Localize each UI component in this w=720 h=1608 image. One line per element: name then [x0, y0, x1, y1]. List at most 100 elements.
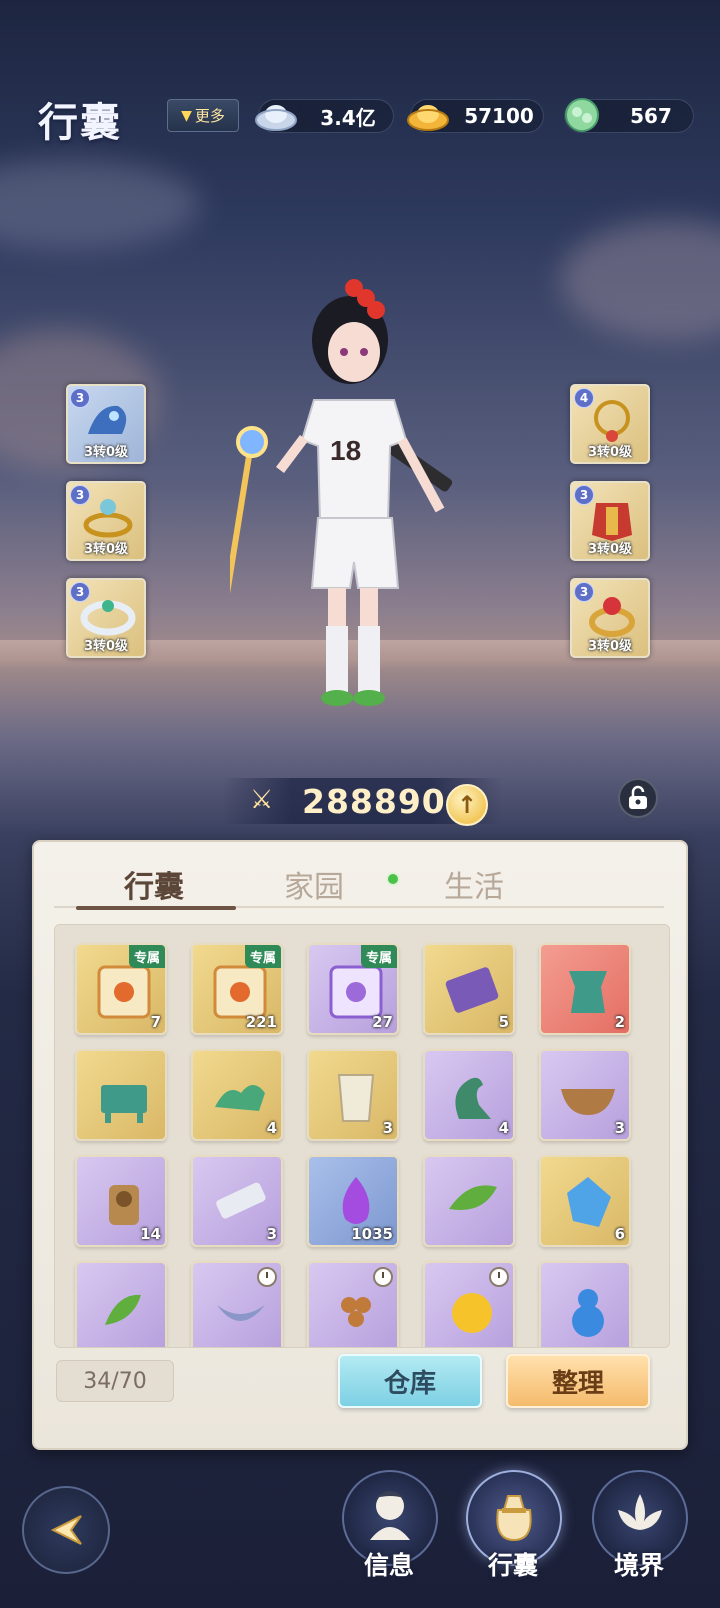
back-button[interactable]	[22, 1486, 110, 1574]
inventory-panel: 行囊 家园 生活 专属 7 专属 221 专属 27 5 2 4 3 4 3 14 3 1035 6 34/7…	[32, 840, 688, 1450]
bronze-vessel-icon	[569, 971, 607, 1013]
clock-icon	[373, 1267, 393, 1287]
silver-ingot-icon	[255, 105, 297, 131]
jade-tablet-icon	[216, 1182, 266, 1219]
tab-bag[interactable]: 行囊	[74, 862, 234, 906]
equip-label: 3转0级	[587, 445, 633, 460]
arrow-up-icon: ↑	[456, 791, 478, 819]
level-badge: 3	[70, 485, 90, 505]
item-slot[interactable]: 5	[423, 943, 515, 1035]
item-count: 5	[498, 1013, 509, 1031]
nav-bag-label: 行囊	[487, 1551, 538, 1580]
currency-jade[interactable]: 567	[564, 98, 694, 133]
equip-label: 3转0级	[83, 639, 129, 654]
profile-icon	[370, 1491, 410, 1540]
currency-silver[interactable]: 3.4亿	[255, 99, 394, 133]
item-slot[interactable]: 3	[307, 1049, 399, 1141]
equip-label: 3转0级	[83, 445, 129, 460]
equip-label: 3转0级	[587, 542, 633, 557]
jade-token-icon	[565, 98, 599, 132]
jade-bird-icon	[455, 1077, 491, 1119]
lotus-icon	[618, 1494, 662, 1530]
svg-text:18: 18	[330, 435, 361, 466]
gourd-icon	[572, 1289, 604, 1337]
equip-slot-right-1[interactable]: 4 3转0级	[570, 384, 650, 464]
sort-button[interactable]: 整理	[506, 1354, 650, 1408]
item-count: 7	[150, 1013, 161, 1031]
bronze-cauldron-icon	[101, 1085, 147, 1123]
item-count: 3	[614, 1119, 625, 1137]
item-count: 6	[614, 1225, 625, 1243]
nav-realm-label: 境界	[613, 1551, 664, 1580]
item-slot[interactable]: 4	[191, 1049, 283, 1141]
item-slot[interactable]	[423, 1261, 515, 1347]
jade-dragon-icon	[215, 1085, 265, 1111]
equip-slot-right-3[interactable]: 3 3转0级	[570, 578, 650, 658]
clock-icon	[257, 1267, 277, 1287]
item-slot[interactable]	[307, 1261, 399, 1347]
chevron-down-icon: ▼	[181, 107, 192, 124]
bag-icon	[496, 1495, 532, 1542]
tab-home[interactable]: 家园	[234, 862, 394, 906]
item-slot[interactable]: 2	[539, 943, 631, 1035]
green-leaf-icon	[449, 1185, 497, 1211]
equip-slot-left-3[interactable]: 3 3转0级	[66, 578, 146, 658]
ticket-icon	[445, 967, 499, 1013]
level-badge: 3	[574, 485, 594, 505]
bronze-bowl-icon	[561, 1089, 615, 1115]
item-slot[interactable]: 1035	[307, 1155, 399, 1247]
item-grid[interactable]: 专属 7 专属 221 专属 27 5 2 4 3 4 3 14 3 1035 6	[54, 924, 670, 1348]
nav-realm[interactable]: 境界	[588, 1470, 690, 1580]
item-slot[interactable]: 4	[423, 1049, 515, 1141]
page-title: 行囊	[38, 100, 122, 146]
unlock-icon	[629, 785, 647, 809]
item-slot[interactable]: 6	[539, 1155, 631, 1247]
more-label: 更多	[194, 107, 225, 125]
equip-label: 3转0级	[83, 542, 129, 557]
blue-crystal-icon	[567, 1177, 611, 1227]
warehouse-button[interactable]: 仓库	[338, 1354, 482, 1408]
nav-info[interactable]: 信息	[338, 1470, 440, 1580]
item-slot[interactable]	[191, 1261, 283, 1347]
item-slot[interactable]: 3	[191, 1155, 283, 1247]
level-badge: 4	[574, 388, 594, 408]
item-slot[interactable]	[423, 1155, 515, 1247]
item-count: 2	[614, 1013, 625, 1031]
item-count: 3	[266, 1225, 277, 1243]
equip-slot-left-2[interactable]: 3 3转0级	[66, 481, 146, 561]
combat-power-value: 288890	[302, 782, 446, 821]
crossed-swords-icon: ⚔	[250, 785, 274, 815]
herb-icon	[105, 1294, 141, 1325]
exclusive-tag: 专属	[244, 945, 281, 968]
item-slot[interactable]: 14	[75, 1155, 167, 1247]
level-badge: 3	[70, 582, 90, 602]
item-slot[interactable]	[75, 1261, 167, 1347]
power-up-button[interactable]: ↑	[446, 784, 488, 826]
character-avatar[interactable]: 18	[230, 270, 490, 770]
nav-bag[interactable]: 行囊	[462, 1470, 564, 1580]
tab-life[interactable]: 生活	[394, 862, 554, 906]
item-count: 1035	[351, 1225, 393, 1243]
item-slot[interactable]: 专属 7	[75, 943, 167, 1035]
back-arrow-icon	[50, 1515, 82, 1545]
clock-icon	[489, 1267, 509, 1287]
item-count: 4	[266, 1119, 277, 1137]
item-slot[interactable]: 3	[539, 1049, 631, 1141]
item-slot[interactable]: 专属 27	[307, 943, 399, 1035]
equip-slot-right-2[interactable]: 3 3转0级	[570, 481, 650, 561]
item-count: 14	[140, 1225, 161, 1243]
more-button[interactable]: ▼ 更多	[167, 99, 239, 132]
jade-cup-icon	[337, 1074, 375, 1122]
item-slot[interactable]: 专属 221	[191, 943, 283, 1035]
item-slot[interactable]	[75, 1049, 167, 1141]
item-count: 27	[372, 1013, 393, 1031]
capacity-counter: 34/70	[56, 1360, 174, 1402]
lock-toggle-button[interactable]	[618, 778, 658, 818]
equip-slot-left-1[interactable]: 3 3转0级	[66, 384, 146, 464]
cloud-decor	[0, 160, 200, 250]
level-badge: 3	[70, 388, 90, 408]
exclusive-tag: 专属	[360, 945, 397, 968]
currency-gold[interactable]: 57100	[407, 99, 544, 133]
item-slot[interactable]	[539, 1261, 631, 1347]
notification-dot	[386, 872, 400, 886]
